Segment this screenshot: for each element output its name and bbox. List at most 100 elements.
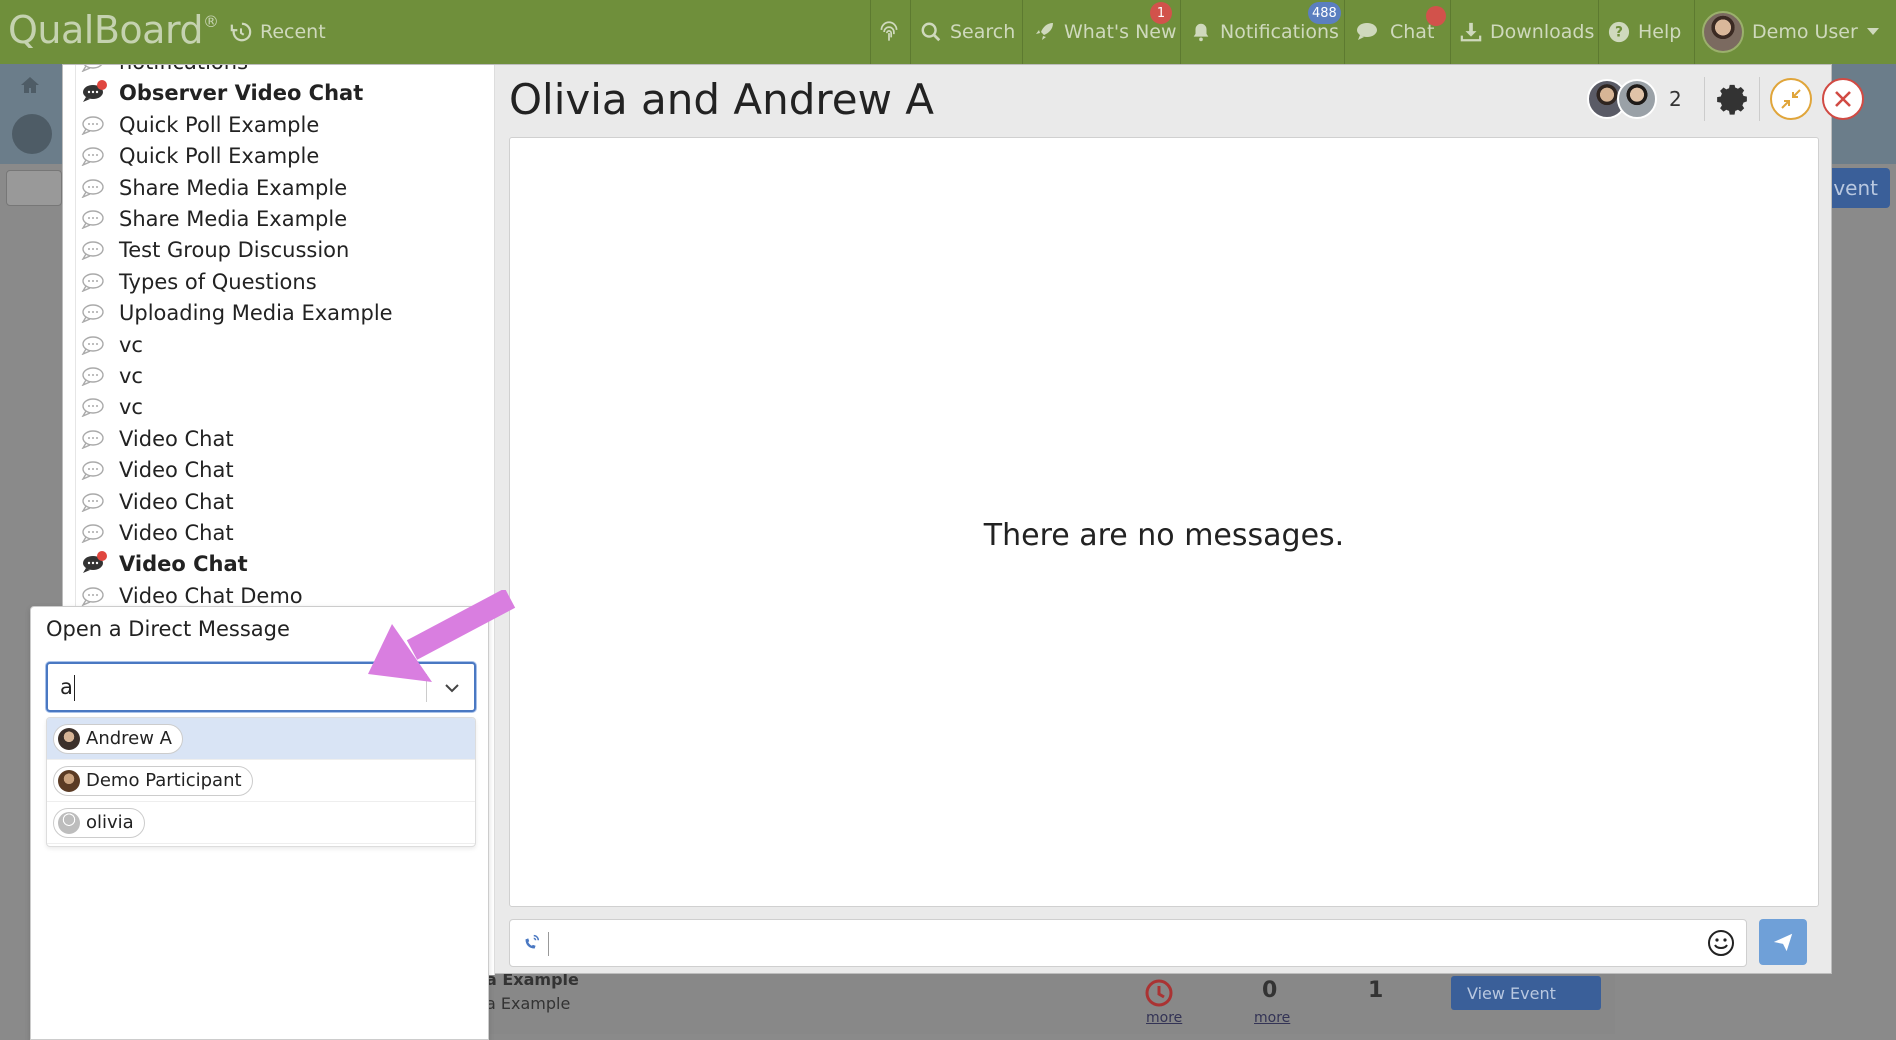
- nav-divider: [910, 0, 911, 64]
- chat-button[interactable]: Chat: [1356, 0, 1434, 64]
- conversation-item[interactable]: Share Media Example: [81, 204, 347, 234]
- nav-divider: [1022, 0, 1023, 64]
- chat-unread-dot: [1426, 6, 1446, 26]
- bell-icon: [1193, 23, 1209, 42]
- conversation-label: Video Chat: [119, 426, 234, 451]
- recent-button[interactable]: Recent: [230, 0, 326, 64]
- qualboard-logo[interactable]: QualBoard®: [8, 8, 219, 52]
- download-icon: [1460, 22, 1482, 42]
- dropdown-divider: [426, 674, 427, 702]
- conversation-label: Observer Video Chat: [119, 81, 364, 106]
- recipient-name: olivia: [86, 812, 134, 833]
- conversation-item[interactable]: Uploading Media Example: [81, 298, 393, 328]
- header-divider: [1703, 77, 1705, 121]
- recipient-option[interactable]: olivia: [47, 802, 475, 844]
- recipient-option[interactable]: Demo Participant: [47, 760, 475, 802]
- text-caret: [74, 675, 75, 701]
- avatar: [58, 769, 80, 792]
- unread-dot: [97, 80, 107, 91]
- chat-bubbles-icon: [1357, 23, 1377, 40]
- conversation-item[interactable]: Video Chat: [81, 455, 234, 485]
- user-avatar: [1702, 11, 1744, 53]
- conversation-item[interactable]: Test Group Discussion: [81, 235, 349, 265]
- history-icon: [230, 22, 252, 42]
- chat-bubble-icon: [81, 366, 105, 387]
- minimize-button[interactable]: [1769, 78, 1812, 120]
- input-divider: [548, 932, 549, 956]
- direct-message-panel: Open a Direct Message a Andrew A Demo Par…: [30, 606, 489, 1040]
- conversation-item[interactable]: Quick Poll Example: [81, 110, 319, 140]
- recipient-search-input[interactable]: a: [46, 662, 476, 712]
- back-up-button[interactable]: [12, 114, 52, 154]
- call-icon[interactable]: [520, 932, 542, 954]
- nav-divider: [1450, 0, 1451, 64]
- stat-more-link: more: [1254, 1010, 1291, 1026]
- user-menu[interactable]: Demo User: [1702, 0, 1880, 64]
- conversation-item[interactable]: Video Chat: [81, 424, 234, 454]
- background-filter-input: [6, 170, 62, 206]
- send-button[interactable]: [1759, 919, 1807, 965]
- conversation-label: Quick Poll Example: [119, 144, 320, 169]
- nav-divider: [870, 0, 871, 64]
- chat-bubble-icon: [81, 492, 105, 513]
- chat-bubble-icon: [81, 586, 105, 607]
- search-icon: [921, 22, 941, 42]
- conversation-item[interactable]: vc: [81, 330, 143, 360]
- conversation-item[interactable]: notifications: [81, 65, 248, 77]
- recipient-option[interactable]: Andrew A: [47, 718, 475, 760]
- conversation-item[interactable]: Observer Video Chat: [81, 78, 363, 108]
- background-stat-value: 1: [1368, 978, 1384, 1003]
- header-divider: [1758, 77, 1760, 121]
- emoji-icon[interactable]: [1706, 928, 1736, 958]
- whats-new-badge: 1: [1150, 2, 1172, 24]
- chat-bubble-icon: [81, 80, 107, 103]
- recipient-name: Andrew A: [86, 728, 172, 749]
- conversation-label: Share Media Example: [119, 207, 348, 231]
- svg-text:?: ?: [1615, 25, 1623, 41]
- clock-more-link: more: [1146, 1010, 1183, 1026]
- recipient-name: Demo Participant: [86, 770, 242, 791]
- message-input[interactable]: [509, 919, 1747, 967]
- conversation-pane: Olivia and Andrew A 2 There are no messa…: [497, 65, 1864, 975]
- caret-down-icon: [1866, 28, 1879, 35]
- conversation-label: Test Group Discussion: [119, 238, 350, 263]
- top-navigation-bar: QualBoard® Recent Search What's New 1 No…: [0, 0, 1896, 64]
- conversation-item[interactable]: Video Chat: [81, 487, 234, 517]
- conversation-item[interactable]: Share Media Example: [81, 173, 347, 203]
- conversation-label: Video Chat: [119, 552, 248, 577]
- chat-bubble-icon: [81, 115, 105, 136]
- conversation-label: Video Chat: [119, 458, 234, 483]
- message-area: There are no messages.: [509, 137, 1819, 907]
- chat-bubble-icon: [81, 303, 105, 324]
- search-button[interactable]: Search: [920, 0, 1015, 64]
- downloads-button[interactable]: Downloads: [1460, 0, 1594, 64]
- fingerprint-icon: [880, 21, 898, 41]
- chat-bubble-icon: [81, 460, 105, 481]
- conversation-item[interactable]: Video Chat: [81, 518, 234, 548]
- chevron-down-icon[interactable]: [442, 678, 462, 698]
- help-button[interactable]: ? Help: [1608, 0, 1681, 64]
- user-chip: Demo Participant: [53, 765, 253, 796]
- rocket-icon: [1036, 23, 1053, 40]
- unread-dot: [97, 551, 107, 562]
- chat-bubble-icon: [81, 272, 105, 293]
- chat-bubble-icon: [81, 178, 105, 199]
- conversation-item[interactable]: vc: [81, 392, 143, 422]
- conversation-label: Video Chat: [119, 521, 234, 545]
- conversation-header-actions: 2: [1587, 77, 1864, 121]
- conversation-item[interactable]: vc: [81, 361, 143, 391]
- participant-avatars[interactable]: [1587, 77, 1659, 121]
- chat-bubble-icon: [81, 209, 105, 230]
- background-stat-value: 0: [1262, 978, 1278, 1003]
- compress-icon: [1781, 89, 1801, 109]
- close-button[interactable]: [1821, 78, 1864, 120]
- conversation-item[interactable]: Video Chat: [81, 549, 248, 579]
- empty-messages-text: There are no messages.: [983, 518, 1345, 553]
- conversation-item[interactable]: Quick Poll Example: [81, 141, 319, 171]
- gear-icon[interactable]: [1715, 82, 1749, 116]
- chat-bubble-icon: [81, 240, 105, 261]
- conversation-item[interactable]: Types of Questions: [81, 267, 317, 297]
- fingerprint-button[interactable]: [876, 0, 902, 64]
- user-chip: olivia: [53, 807, 145, 838]
- conversation-label: vc: [119, 395, 143, 420]
